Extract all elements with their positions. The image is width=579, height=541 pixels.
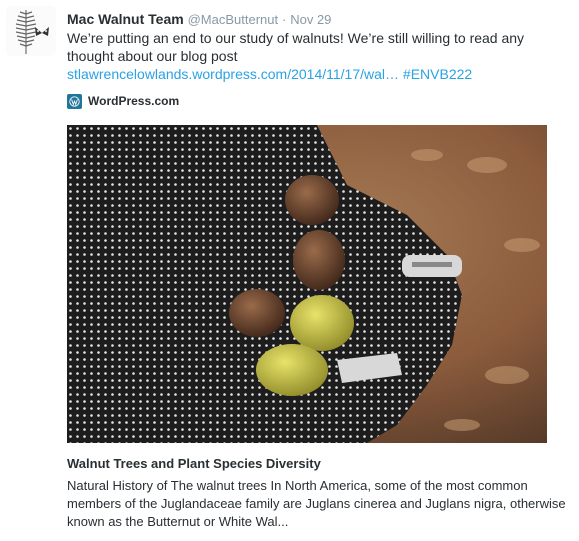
avatar[interactable] (6, 6, 56, 56)
card-title[interactable]: Walnut Trees and Plant Species Diversity (67, 456, 321, 471)
glove-walnuts-photo (67, 125, 547, 443)
tweet-body: We’re putting an end to our study of wal… (67, 30, 525, 64)
separator-dot: · (281, 12, 287, 27)
hashtag-link[interactable]: #ENVB222 (403, 66, 472, 82)
tweet-header: Mac Walnut Team @MacButternut · Nov 29 (67, 10, 331, 29)
card-description: Natural History of The walnut trees In N… (67, 478, 566, 529)
tweet-text: We’re putting an end to our study of wal… (67, 29, 572, 83)
card-source[interactable]: WordPress.com (67, 93, 179, 109)
card-image[interactable] (67, 125, 547, 443)
author-handle[interactable]: @MacButternut (188, 12, 279, 27)
author-name[interactable]: Mac Walnut Team (67, 11, 184, 27)
timestamp[interactable]: Nov 29 (290, 12, 331, 27)
fern-butterfly-icon (15, 10, 49, 54)
blog-link[interactable]: stlawrencelowlands.wordpress.com/2014/11… (67, 66, 399, 82)
wordpress-icon (67, 93, 82, 109)
card-source-name: WordPress.com (88, 94, 180, 108)
